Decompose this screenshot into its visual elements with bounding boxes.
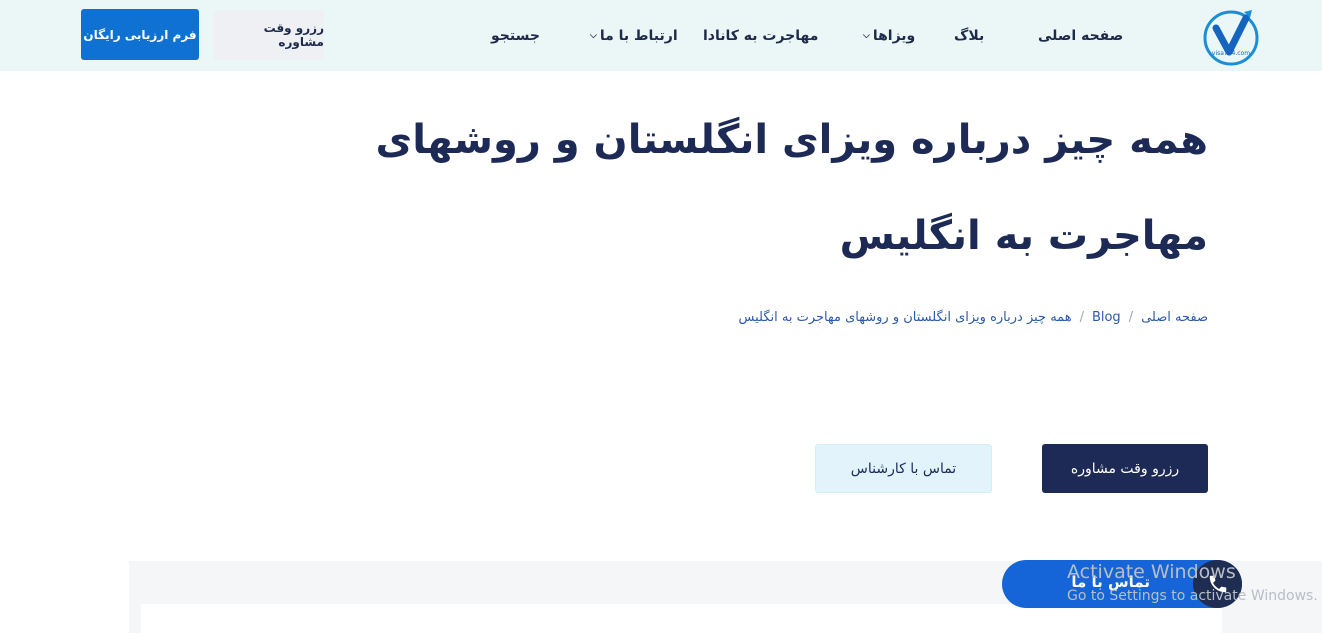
- breadcrumb-current: همه چیز درباره ویزای انگلستان و روشهای م…: [738, 310, 1072, 325]
- site-header: visa724.com صفحه اصلی بلاگ ویزاها ⌵ مهاج…: [0, 0, 1322, 71]
- nav-canada[interactable]: مهاجرت به کانادا: [703, 24, 818, 48]
- nav-search[interactable]: جستجو: [491, 24, 540, 48]
- breadcrumb-separator: /: [1079, 310, 1084, 325]
- nav-blog[interactable]: بلاگ: [954, 24, 984, 48]
- breadcrumb-blog[interactable]: Blog: [1092, 310, 1121, 325]
- book-consultation-button[interactable]: رزرو وقت مشاوره: [1042, 444, 1208, 493]
- consult-booking-button[interactable]: رزرو وقت مشاوره: [214, 10, 324, 60]
- breadcrumb-home[interactable]: صفحه اصلی: [1141, 310, 1208, 325]
- nav-contact[interactable]: ارتباط با ما ⌵: [590, 24, 678, 48]
- nav-home[interactable]: صفحه اصلی: [1038, 24, 1123, 48]
- contact-expert-button[interactable]: تماس با کارشناس: [815, 444, 992, 493]
- windows-activation-watermark: Activate Windows Go to Settings to activ…: [1067, 561, 1318, 604]
- breadcrumb: صفحه اصلی / Blog / همه چیز درباره ویزای …: [739, 310, 1208, 325]
- content-card: [141, 604, 1222, 633]
- chevron-down-icon: ⌵: [590, 31, 597, 41]
- chevron-down-icon: ⌵: [863, 31, 870, 41]
- nav-visas[interactable]: ویزاها ⌵: [863, 24, 915, 48]
- free-assessment-button[interactable]: فرم ارزیابی رایگان: [81, 9, 199, 60]
- page-title: همه چیز درباره ویزای انگلستان و روشهای م…: [375, 117, 1208, 259]
- breadcrumb-separator: /: [1128, 310, 1134, 325]
